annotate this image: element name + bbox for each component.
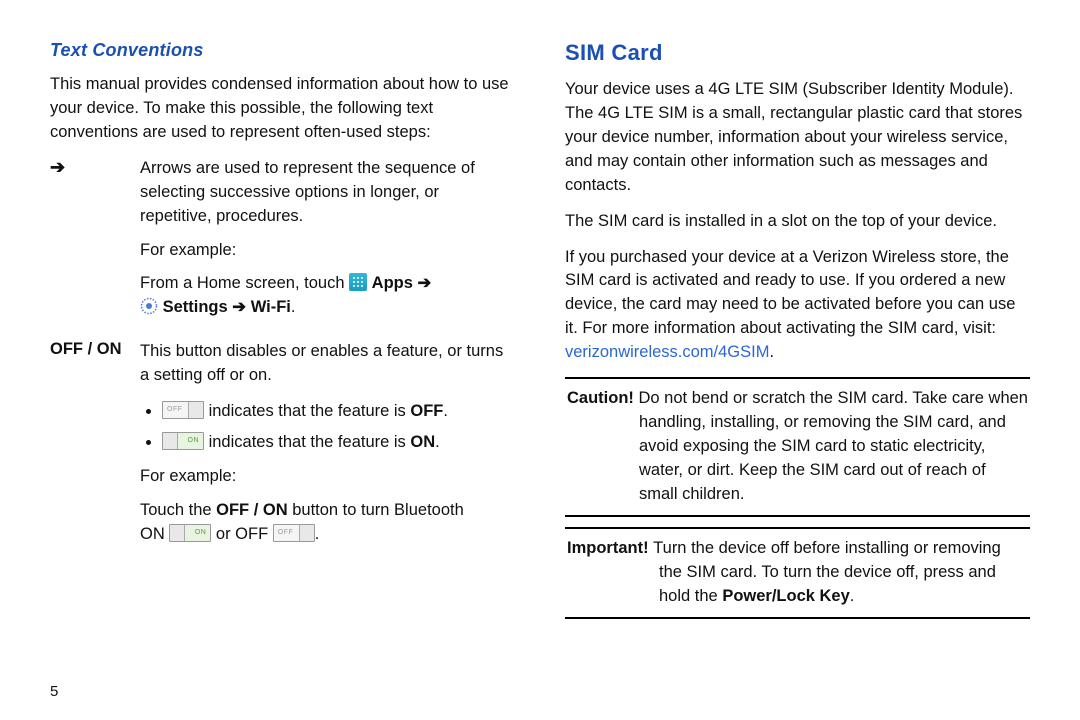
caution-first-line: Do not bend or scratch the SIM card. Tak…: [639, 389, 1028, 407]
bullet-off-text: indicates that the feature is: [209, 402, 411, 420]
caution-text: Caution! Do not bend or scratch the SIM …: [567, 387, 1028, 507]
arrow-icon-2: ➔: [232, 298, 246, 316]
arrow-desc-text: Arrows are used to represent the sequenc…: [140, 157, 515, 229]
arrow-example-prefix: From a Home screen, touch: [140, 274, 349, 292]
arrow-description: Arrows are used to represent the sequenc…: [140, 157, 515, 341]
important-first-line: Turn the device off before installing or…: [653, 539, 1001, 557]
for-example-label-2: For example:: [140, 465, 515, 489]
left-column: Text Conventions This manual provides co…: [30, 40, 545, 700]
important-text: Important! Turn the device off before in…: [567, 537, 1028, 609]
apps-icon: [349, 273, 367, 291]
bullet-on-text: indicates that the feature is: [209, 433, 411, 451]
important-callout: Important! Turn the device off before in…: [565, 527, 1030, 619]
sim-card-heading: SIM Card: [565, 40, 1030, 66]
text-conventions-heading: Text Conventions: [50, 40, 515, 61]
caution-rest: handling, installing, or removing the SI…: [567, 411, 1028, 507]
period: .: [435, 433, 440, 451]
bullet-on: ON indicates that the feature is ON.: [162, 429, 515, 455]
period: .: [291, 298, 296, 316]
arrow-example: From a Home screen, touch Apps ➔ Setting…: [140, 272, 515, 320]
for-example-label: For example:: [140, 239, 515, 263]
offon-ex-mid: button to turn Bluetooth: [288, 501, 464, 519]
toggle-off-icon-2: OFF: [273, 524, 315, 542]
on-word: ON: [140, 525, 169, 543]
period: .: [315, 525, 320, 543]
important-label: Important!: [567, 539, 653, 557]
convention-offon-row: OFF / ON This button disables or enables…: [50, 340, 515, 566]
toggle-off-icon: OFF: [162, 401, 204, 419]
offon-label: OFF / ON: [50, 340, 140, 566]
bullet-off: OFF indicates that the feature is OFF.: [162, 398, 515, 424]
apps-label: Apps: [372, 274, 413, 292]
offon-desc-text: This button disables or enables a featur…: [140, 340, 515, 388]
offon-bullets: OFF indicates that the feature is OFF. O…: [162, 398, 515, 455]
conventions-table: ➔ Arrows are used to represent the seque…: [50, 157, 515, 567]
sim-p3-text: If you purchased your device at a Verizo…: [565, 248, 1015, 338]
offon-label-inline: OFF / ON: [216, 501, 288, 519]
right-column: SIM Card Your device uses a 4G LTE SIM (…: [545, 40, 1050, 700]
settings-icon: [140, 297, 158, 315]
sim-p3: If you purchased your device at a Verizo…: [565, 246, 1030, 366]
caution-label: Caution!: [567, 389, 639, 407]
arrow-icon: ➔: [418, 274, 432, 292]
caution-callout: Caution! Do not bend or scratch the SIM …: [565, 377, 1030, 517]
manual-page: Text Conventions This manual provides co…: [0, 0, 1080, 720]
toggle-on-icon-2: ON: [169, 524, 211, 542]
settings-label: Settings: [163, 298, 228, 316]
text-conventions-intro: This manual provides condensed informati…: [50, 73, 515, 145]
important-rest: the SIM card. To turn the device off, pr…: [567, 561, 1028, 609]
page-number: 5: [50, 659, 515, 700]
sim-p2: The SIM card is installed in a slot on t…: [565, 210, 1030, 234]
wifi-label: Wi-Fi: [251, 298, 291, 316]
convention-arrow-row: ➔ Arrows are used to represent the seque…: [50, 157, 515, 341]
important-rest-c: .: [850, 587, 855, 605]
bullet-on-word: ON: [410, 433, 435, 451]
offon-example: Touch the OFF / ON button to turn Blueto…: [140, 499, 515, 547]
toggle-on-icon: ON: [162, 432, 204, 450]
offon-description: This button disables or enables a featur…: [140, 340, 515, 566]
bullet-off-word: OFF: [410, 402, 443, 420]
power-lock-key: Power/Lock Key: [722, 587, 849, 605]
period: .: [769, 343, 774, 361]
arrow-symbol-label: ➔: [50, 157, 140, 341]
offon-ex-prefix: Touch the: [140, 501, 216, 519]
or-off-word: or OFF: [211, 525, 272, 543]
period: .: [443, 402, 448, 420]
verizon-link[interactable]: verizonwireless.com/4GSIM: [565, 343, 769, 361]
sim-p1: Your device uses a 4G LTE SIM (Subscribe…: [565, 78, 1030, 198]
